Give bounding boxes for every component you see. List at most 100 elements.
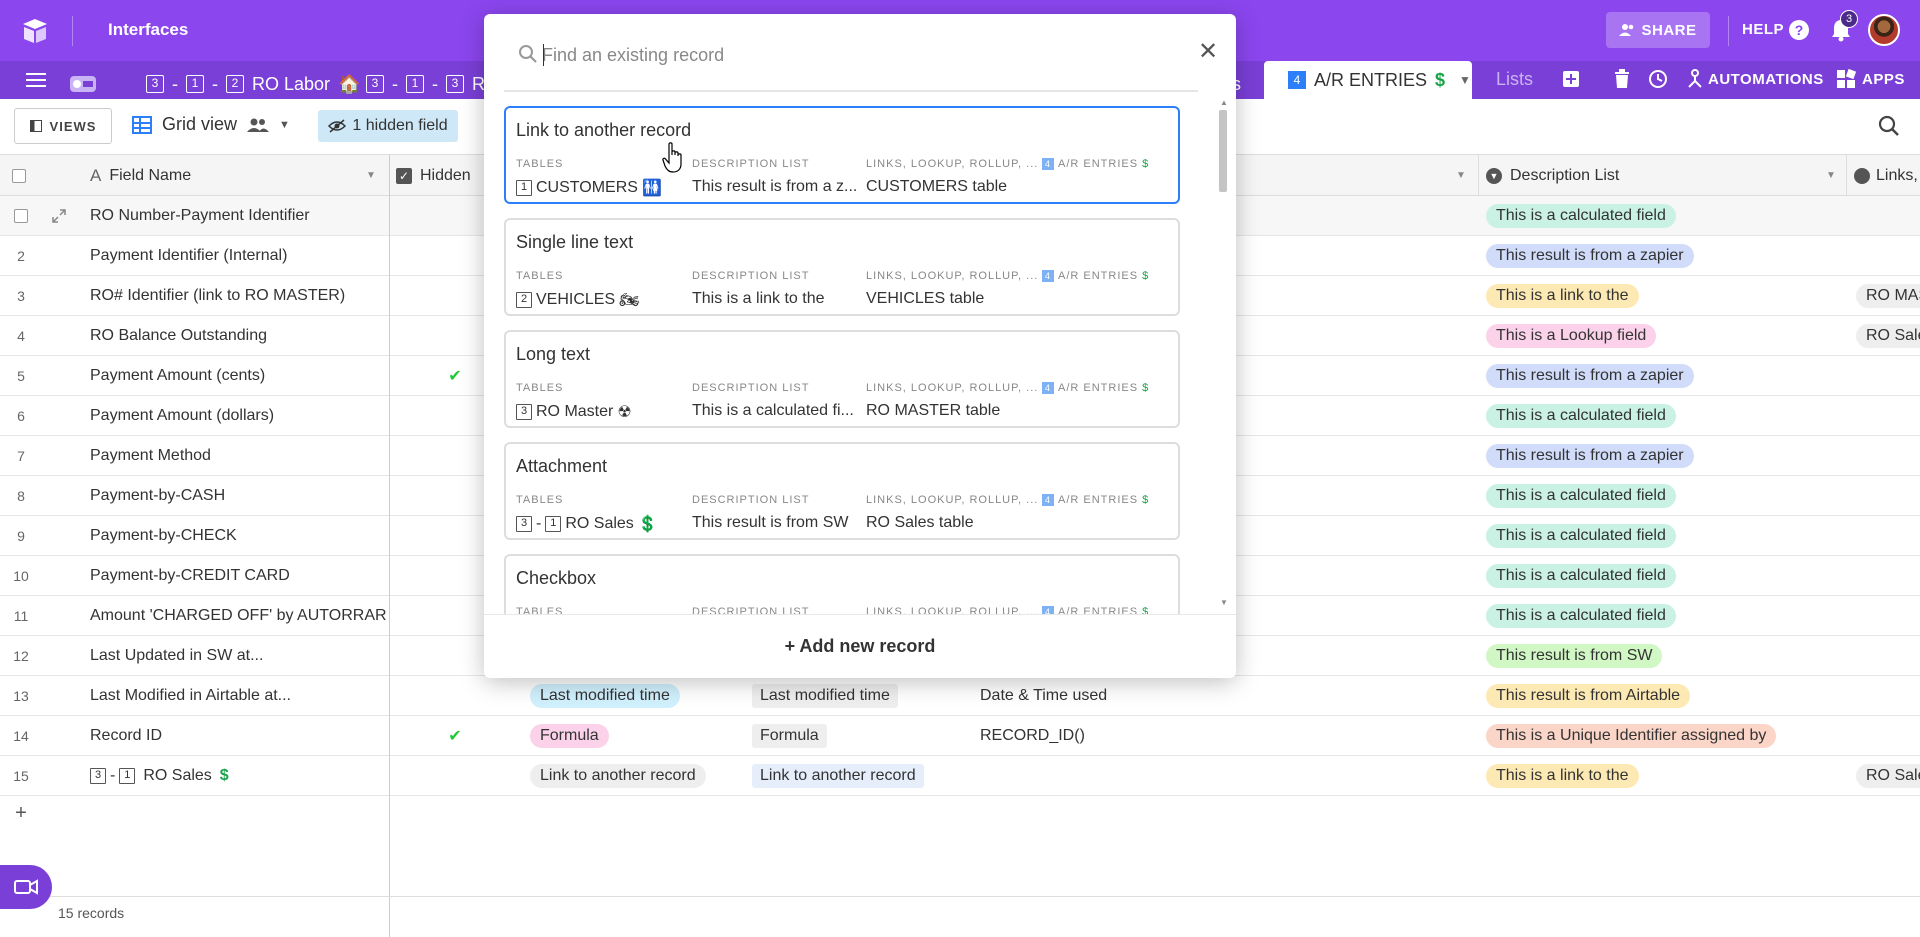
add-table-icon[interactable] — [1562, 70, 1580, 88]
description-cell[interactable]: This is a calculated field — [1486, 476, 1846, 516]
field-name-cell[interactable]: Record ID — [90, 716, 386, 756]
automations-icon[interactable] — [1686, 69, 1704, 89]
row-number: 3 — [17, 288, 25, 304]
table-name: RO Master — [536, 403, 614, 420]
avatar[interactable] — [1868, 14, 1900, 46]
field-name-cell[interactable]: Payment Method — [90, 436, 386, 476]
description-cell[interactable]: This is a calculated field — [1486, 556, 1846, 596]
description-cell[interactable]: This result is from Airtable — [1486, 676, 1846, 716]
trash-icon[interactable] — [1614, 69, 1630, 89]
tab-lists[interactable]: Lists — [1496, 69, 1533, 90]
column-header-links[interactable]: Links, — [1854, 155, 1920, 196]
history-icon[interactable] — [1648, 69, 1668, 89]
expand-record-icon[interactable] — [52, 196, 72, 236]
views-button[interactable]: VIEWS — [14, 108, 112, 144]
tab-interface-icon[interactable] — [68, 69, 98, 99]
chevron-down-icon[interactable]: ▼ — [1459, 73, 1471, 87]
description-cell[interactable]: This is a link to the — [1486, 756, 1846, 796]
links-cell[interactable]: RO Sale — [1856, 316, 1920, 356]
tab-ar-entries[interactable]: 4 A/R ENTRIES $ ▼ — [1264, 61, 1472, 99]
field-name-cell[interactable]: Payment Amount (cents) — [90, 356, 386, 396]
field-name-cell[interactable]: Last Modified in Airtable at... — [90, 676, 386, 716]
column-header-label: Hidden — [420, 166, 471, 184]
description-cell[interactable]: This is a calculated field — [1486, 596, 1846, 636]
help-button[interactable]: HELP — [1742, 21, 1784, 38]
field-name-cell[interactable]: Last Updated in SW at... — [90, 636, 386, 676]
formula-cell[interactable]: RECORD_ID() — [980, 716, 1480, 756]
house-icon: 🏠 — [338, 73, 361, 94]
links-cell[interactable]: RO MAS — [1856, 276, 1920, 316]
ar-entries-text: A/R ENTRIES — [1058, 494, 1139, 506]
field-type-cell[interactable]: Formula — [530, 716, 740, 756]
table-row[interactable]: 15 3-1 RO Sales $ Link to another record Link… — [0, 756, 1920, 796]
search-icon[interactable] — [1878, 115, 1900, 137]
field-type-cell[interactable]: Link to another record — [530, 756, 740, 796]
scroll-up-arrow-icon[interactable]: ▲ — [1220, 98, 1228, 107]
app-title[interactable]: Interfaces — [108, 20, 188, 40]
description-cell[interactable]: This result is from SW — [1486, 636, 1846, 676]
chevron-down-icon[interactable]: ▼ — [1456, 155, 1480, 196]
apps-button[interactable]: APPS — [1862, 71, 1905, 88]
formula-cell[interactable]: Date & Time used — [980, 676, 1480, 716]
description-cell[interactable]: This result is from a zapier — [1486, 356, 1846, 396]
description-cell[interactable]: This is a calculated field — [1486, 196, 1846, 236]
description-cell[interactable]: This result is from a zapier — [1486, 436, 1846, 476]
tab-label: A/R ENTRIES — [1314, 69, 1428, 90]
hidden-checkbox-cell[interactable]: ✔ — [390, 716, 520, 756]
column-header-description-list[interactable]: ▼ Description List ▼ — [1486, 155, 1840, 196]
field-name-cell[interactable]: Payment-by-CREDIT CARD — [90, 556, 386, 596]
description-cell[interactable]: This is a Lookup field — [1486, 316, 1846, 356]
hidden-checkbox-cell[interactable] — [390, 676, 520, 716]
field-name-cell[interactable]: Payment Identifier (Internal) — [90, 236, 386, 276]
apps-icon[interactable] — [1836, 69, 1856, 89]
tables-value: 3-1 RO Sales 💲 — [516, 514, 658, 534]
record-card[interactable]: Checkbox TABLES DESCRIPTION LIST LINKS, … — [504, 554, 1180, 614]
field-name-cell[interactable]: Payment-by-CHECK — [90, 516, 386, 556]
airtable-logo-icon[interactable] — [20, 16, 50, 46]
column-header-field-name[interactable]: A Field Name ▼ — [90, 155, 380, 196]
add-new-record-button[interactable]: + Add new record — [484, 636, 1236, 657]
field-type-cell[interactable]: Link to another record — [752, 756, 962, 796]
select-all-checkbox[interactable] — [12, 155, 26, 196]
description-cell[interactable]: This is a calculated field — [1486, 396, 1846, 436]
field-name-cell[interactable]: RO# Identifier (link to RO MASTER) — [90, 276, 386, 316]
find-record-search-input[interactable] — [542, 40, 1142, 70]
share-button[interactable]: SHARE — [1606, 12, 1710, 48]
record-card[interactable]: Link to another record TABLES DESCRIPTIO… — [504, 106, 1180, 204]
notification-count-badge: 3 — [1840, 10, 1858, 28]
description-cell[interactable]: This is a calculated field — [1486, 516, 1846, 556]
table-row[interactable]: 14 Record ID ✔ Formula Formula RECORD_ID() Thi… — [0, 716, 1920, 756]
record-card[interactable]: Single line text TABLES DESCRIPTION LIST… — [504, 218, 1180, 316]
row-checkbox[interactable] — [0, 196, 42, 236]
record-video-button[interactable] — [0, 865, 52, 909]
field-name-cell[interactable]: RO Number-Payment Identifier — [90, 196, 386, 236]
record-title: Attachment — [516, 456, 608, 476]
scroll-down-arrow-icon[interactable]: ▼ — [1220, 598, 1228, 607]
grid-view-selector[interactable]: Grid view ▼ — [132, 114, 290, 135]
record-card[interactable]: Attachment TABLES DESCRIPTION LIST LINKS… — [504, 442, 1180, 540]
table-emoji-icon: 💲 — [637, 516, 658, 533]
tab-ro-labor[interactable]: 3-1-2 RO Labor 🏠 — [146, 69, 360, 99]
add-row-button[interactable]: + — [0, 793, 42, 833]
automations-button[interactable]: AUTOMATIONS — [1708, 71, 1824, 88]
field-name-cell[interactable]: Payment-by-CASH — [90, 476, 386, 516]
description-cell[interactable]: This is a link to the — [1486, 276, 1846, 316]
field-type-cell[interactable]: Last modified time — [752, 676, 962, 716]
field-name-cell[interactable]: Amount 'CHARGED OFF' by AUTORRARI — [90, 596, 386, 636]
description-cell[interactable]: This result is from a zapier — [1486, 236, 1846, 276]
field-type-cell[interactable]: Formula — [752, 716, 962, 756]
field-type-cell[interactable]: Last modified time — [530, 676, 740, 716]
links-cell[interactable]: RO Sale — [1856, 756, 1920, 796]
help-icon[interactable]: ? — [1789, 20, 1809, 40]
record-card[interactable]: Long text TABLES DESCRIPTION LIST LINKS,… — [504, 330, 1180, 428]
close-icon[interactable]: ✕ — [1196, 40, 1220, 64]
hidden-checkbox-cell[interactable] — [390, 756, 520, 796]
description-cell[interactable]: This is a Unique Identifier assigned by — [1486, 716, 1846, 756]
field-name-cell[interactable]: RO Balance Outstanding — [90, 316, 386, 356]
scrollbar-thumb[interactable] — [1219, 110, 1227, 192]
field-name-cell[interactable]: Payment Amount (dollars) — [90, 396, 386, 436]
field-name-cell[interactable]: 3-1 RO Sales $ — [90, 756, 386, 796]
table-row[interactable]: 13 Last Modified in Airtable at... Last mo… — [0, 676, 1920, 716]
menu-icon[interactable] — [26, 71, 46, 89]
hide-fields-button[interactable]: 1 hidden field — [318, 110, 458, 142]
